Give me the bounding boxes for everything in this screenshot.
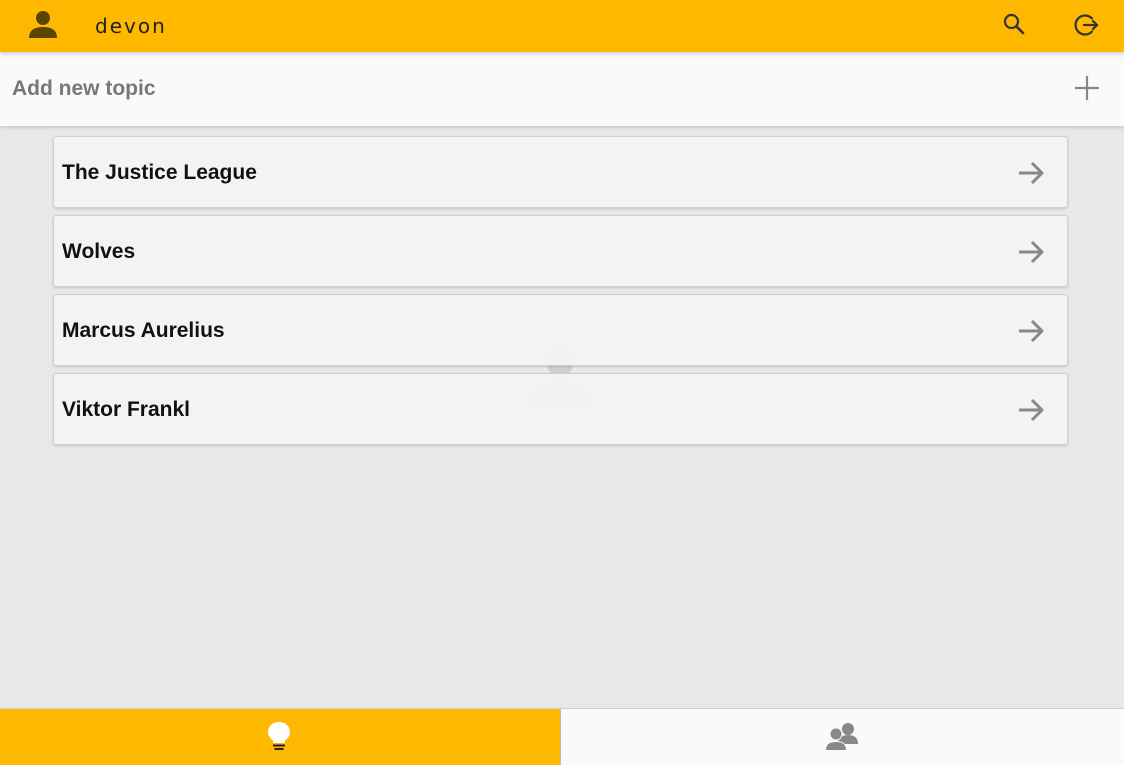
topic-label: The Justice League bbox=[62, 161, 257, 184]
topic-item[interactable]: The Justice League bbox=[53, 136, 1068, 208]
search-icon[interactable] bbox=[1002, 12, 1026, 36]
tab-people[interactable] bbox=[560, 709, 1124, 765]
arrow-right-icon[interactable] bbox=[1017, 159, 1045, 187]
lightbulb-icon bbox=[268, 722, 290, 750]
topic-label: Wolves bbox=[62, 240, 136, 263]
tab-topics[interactable] bbox=[0, 709, 560, 765]
topic-label: Marcus Aurelius bbox=[62, 319, 225, 342]
plus-icon[interactable] bbox=[1073, 74, 1101, 102]
arrow-right-icon[interactable] bbox=[1017, 396, 1045, 424]
topic-list: The Justice League Wolves Marcus Aureliu… bbox=[53, 136, 1068, 452]
add-topic-input[interactable] bbox=[0, 52, 1040, 126]
username: devon bbox=[95, 14, 167, 38]
person-icon bbox=[29, 11, 57, 38]
add-topic-bar bbox=[0, 52, 1124, 126]
logout-icon[interactable] bbox=[1073, 12, 1099, 38]
top-bar: devon bbox=[0, 0, 1124, 52]
topic-item[interactable]: Marcus Aurelius bbox=[53, 294, 1068, 366]
arrow-right-icon[interactable] bbox=[1017, 317, 1045, 345]
topic-item[interactable]: Wolves bbox=[53, 215, 1068, 287]
arrow-right-icon[interactable] bbox=[1017, 238, 1045, 266]
topic-item[interactable]: Viktor Frankl bbox=[53, 373, 1068, 445]
topic-label: Viktor Frankl bbox=[62, 398, 190, 421]
bottom-nav bbox=[0, 708, 1124, 765]
people-icon bbox=[825, 723, 858, 751]
